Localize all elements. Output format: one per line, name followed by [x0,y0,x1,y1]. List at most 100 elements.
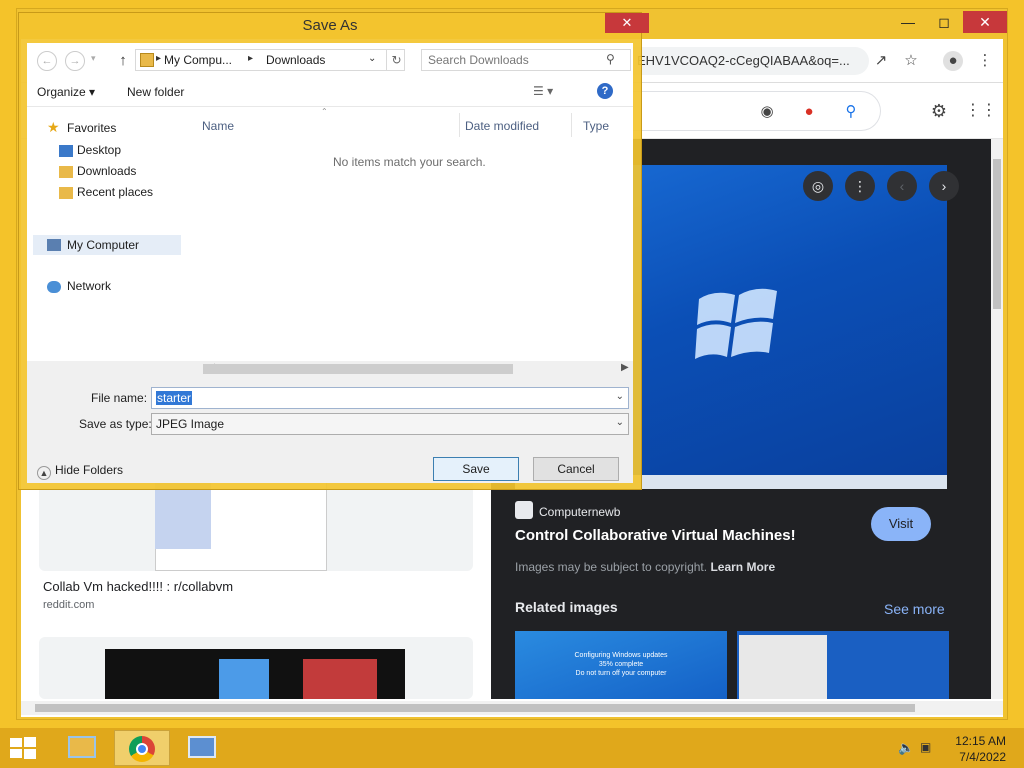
nav-downloads[interactable]: Downloads [77,164,136,178]
lens-search-icon[interactable]: ◎ [803,171,833,201]
column-header-type[interactable]: Type [583,119,609,133]
breadcrumb-dropdown-icon[interactable]: ⌄ [368,53,376,64]
save-as-type-label: Save as type: [79,417,152,431]
search-input[interactable]: Search Downloads ⚲ [421,49,631,71]
more-options-icon[interactable]: ⋮ [845,171,875,201]
file-explorer-taskbar-button[interactable] [54,730,110,766]
learn-more-link[interactable]: Learn More [710,560,775,574]
horizontal-scrollbar[interactable] [21,701,1003,715]
result-thumbnail[interactable] [39,637,473,699]
cancel-button[interactable]: Cancel [533,457,619,481]
preview-title[interactable]: Control Collaborative Virtual Machines! [515,527,796,544]
nav-my-computer-row[interactable]: My Computer [33,235,181,255]
refresh-icon[interactable]: ↻ [386,50,406,70]
column-divider[interactable] [571,113,572,137]
save-as-type-select[interactable]: JPEG Image ⌄ [151,413,629,435]
next-arrow-icon[interactable]: › [929,171,959,201]
save-button[interactable]: Save [433,457,519,481]
share-icon[interactable]: ↗ [871,51,891,71]
previous-arrow-icon[interactable]: ‹ [887,171,917,201]
new-folder-button[interactable]: New folder [127,85,184,99]
result-title[interactable]: Collab Vm hacked!!!! : r/collabvm [43,579,233,594]
save-as-type-dropdown-icon[interactable]: ⌄ [616,417,624,428]
nav-recent-places[interactable]: Recent places [77,185,153,199]
google-search-input[interactable]: ◉ ● ⚲ [631,91,881,131]
dialog-toolbar: Organize ▾ New folder ☰ ▾ ? [27,77,633,107]
breadcrumb-item-my-computer[interactable]: My Compu... [164,53,232,67]
related-image-thumbnail[interactable]: Configuring Windows updates 35% complete… [515,631,727,699]
visit-button[interactable]: Visit [871,507,931,541]
file-list-scroll-thumb[interactable] [203,364,513,374]
computer-icon [47,239,61,251]
nav-network[interactable]: Network [67,279,111,293]
file-name-input[interactable]: starter ⌄ [151,387,629,409]
column-divider[interactable] [459,113,460,137]
clock-date[interactable]: 7/4/2022 [940,750,1006,764]
windows-logo-icon [695,288,777,359]
settings-gear-icon[interactable]: ⚙ [929,101,949,121]
related-image-thumbnail[interactable] [737,631,949,699]
chrome-taskbar-button[interactable] [114,730,170,766]
nav-desktop[interactable]: Desktop [77,143,121,157]
search-placeholder: Search Downloads [428,53,529,67]
source-favicon-icon [515,501,533,519]
dialog-body: ← → ▾ ↑ ▸ My Compu... ▸ Downloads ⌄ ↻ Se… [27,43,633,483]
downloads-folder-icon [59,166,73,178]
network-status-icon[interactable]: ▣ [920,740,931,754]
browser-close-button[interactable]: ✕ [963,11,1007,33]
forward-arrow-icon[interactable]: → [65,51,85,71]
breadcrumb-separator-icon[interactable]: ▸ [156,53,161,64]
file-list[interactable]: ⌃ Name Date modified Type No items match… [187,107,633,377]
empty-folder-message: No items match your search. [333,155,486,169]
file-name-label: File name: [91,391,148,405]
vertical-scrollbar[interactable] [991,139,1003,699]
clock-time[interactable]: 12:15 AM [940,734,1006,748]
back-arrow-icon[interactable]: ← [37,51,57,71]
profile-avatar-icon[interactable]: ● [943,51,963,71]
help-icon[interactable]: ? [597,83,613,99]
scroll-right-icon[interactable]: ▶ [621,362,629,373]
save-form: File name: starter ⌄ Save as type: JPEG … [27,377,633,483]
start-button[interactable] [8,736,38,760]
column-header-name[interactable]: Name [202,119,234,133]
breadcrumb[interactable]: ▸ My Compu... ▸ Downloads ⌄ ↻ [135,49,405,71]
minimize-button[interactable]: — [893,11,923,33]
preview-source-name[interactable]: Computernewb [539,505,620,519]
see-more-link[interactable]: See more [884,601,945,617]
voice-search-icon[interactable]: ● [799,102,819,122]
chrome-menu-icon[interactable]: ⋮ [975,51,995,71]
camera-search-icon[interactable]: ◉ [757,102,777,122]
maximize-button[interactable]: ◻ [929,11,959,33]
address-bar: ← → ▾ ↑ ▸ My Compu... ▸ Downloads ⌄ ↻ Se… [27,43,633,77]
vertical-scroll-thumb[interactable] [993,159,1001,309]
breadcrumb-separator-icon[interactable]: ▸ [248,53,253,64]
copyright-notice: Images may be subject to copyright. Lear… [515,560,775,574]
navigation-pane: ★ Favorites Desktop Downloads Recent pla… [27,107,187,377]
breadcrumb-item-downloads[interactable]: Downloads [266,53,325,67]
file-name-value[interactable]: starter [156,391,193,405]
horizontal-scroll-thumb[interactable] [35,704,915,712]
address-bar[interactable]: EHV1VCOAQ2-cCegQIABAA&oq=... [631,47,869,75]
file-explorer-icon [68,736,96,758]
related-images-heading: Related images [515,599,618,615]
column-header-date-modified[interactable]: Date modified [465,119,539,133]
save-as-type-value: JPEG Image [156,417,225,431]
apps-grid-icon[interactable]: ⋮⋮ [965,101,997,121]
organize-menu-button[interactable]: Organize ▾ [37,85,95,99]
search-icon[interactable]: ⚲ [841,102,861,122]
bookmark-star-icon[interactable]: ☆ [901,51,921,71]
change-view-icon[interactable]: ☰ ▾ [533,84,553,98]
up-arrow-icon[interactable]: ↑ [115,51,131,71]
chrome-icon [129,736,155,762]
hide-folders-toggle[interactable]: ▲ Hide Folders [37,463,123,480]
nav-my-computer[interactable]: My Computer [67,238,139,252]
recent-locations-chevron-icon[interactable]: ▾ [91,53,96,64]
nav-favorites[interactable]: Favorites [67,121,116,135]
file-list-horizontal-scrollbar[interactable]: ◀ ▶ [27,361,633,377]
file-name-dropdown-icon[interactable]: ⌄ [616,391,624,402]
control-panel-taskbar-button[interactable] [174,730,230,766]
volume-muted-icon[interactable]: 🔈 [898,740,914,756]
dialog-close-button[interactable]: ✕ [605,13,649,33]
recent-places-icon [59,187,73,199]
desktop-icon [59,145,73,157]
